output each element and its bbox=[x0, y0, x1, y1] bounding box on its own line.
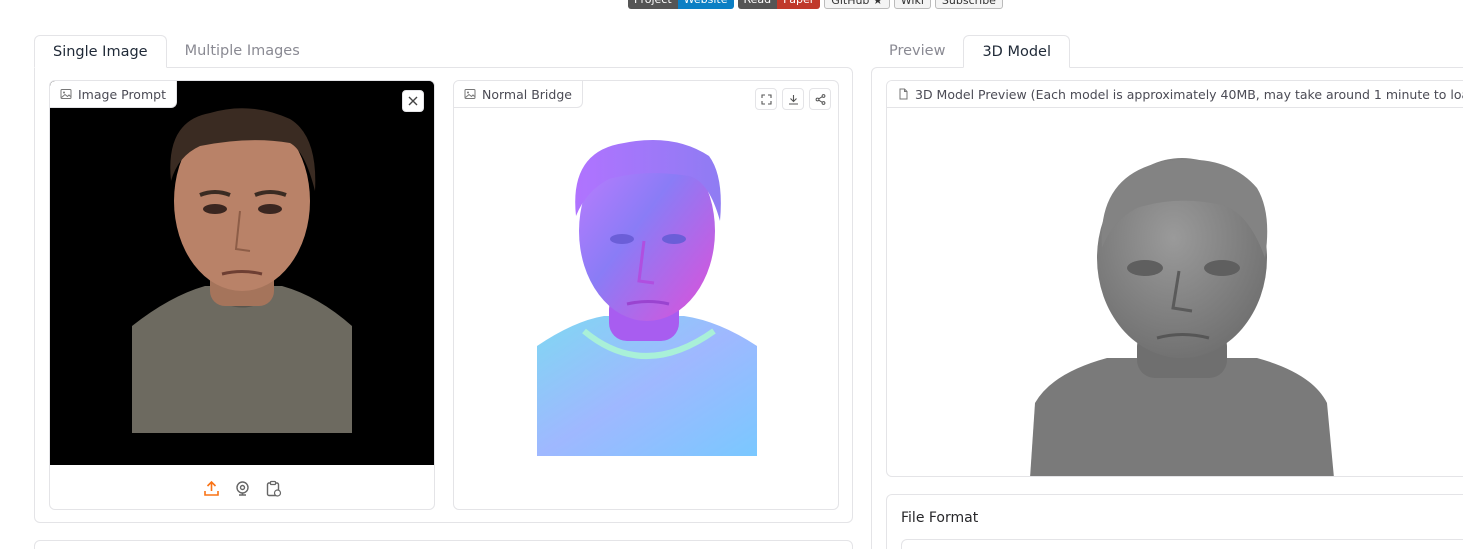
normal-bridge-block: Normal Bridge bbox=[453, 80, 839, 510]
paste-clipboard-button[interactable] bbox=[264, 479, 283, 498]
subscribe-badge[interactable]: Subscribe bbox=[934, 0, 1003, 9]
webcam-icon bbox=[236, 481, 249, 496]
file-icon bbox=[899, 88, 908, 100]
fullscreen-icon bbox=[760, 93, 772, 105]
share-icon bbox=[815, 93, 825, 105]
file-format-label: File Format bbox=[901, 510, 979, 526]
read-paper-badge[interactable]: Read Paper bbox=[737, 0, 821, 9]
input-tabs: Single Image Multiple Images bbox=[34, 35, 318, 68]
upload-icon bbox=[204, 480, 219, 496]
close-icon bbox=[408, 96, 418, 106]
image-icon bbox=[464, 89, 476, 99]
badge-text: Wiki bbox=[900, 0, 924, 7]
image-prompt-label-text: Image Prompt bbox=[78, 86, 166, 102]
tab-preview[interactable]: Preview bbox=[871, 35, 963, 68]
badge-text: GitHub ★ bbox=[831, 0, 883, 7]
image-source-actions bbox=[202, 479, 283, 498]
normal-bridge-label-text: Normal Bridge bbox=[482, 86, 572, 102]
3d-model-render[interactable] bbox=[1027, 153, 1337, 477]
output-tabs: Preview 3D Model bbox=[871, 35, 1070, 68]
share-button[interactable] bbox=[809, 88, 831, 110]
image-prompt-block: Image Prompt bbox=[49, 80, 435, 510]
app-root: Project Website Read Paper GitHub ★ Wiki… bbox=[0, 0, 1463, 549]
badge-right-text: Paper bbox=[777, 0, 821, 9]
badge-left-text: Project bbox=[628, 0, 678, 9]
download-button[interactable] bbox=[782, 88, 804, 110]
clear-image-button[interactable] bbox=[402, 90, 424, 112]
upload-button[interactable] bbox=[202, 479, 221, 498]
image-prompt-label: Image Prompt bbox=[50, 81, 177, 108]
header-badges: Project Website Read Paper GitHub ★ Wiki… bbox=[628, 0, 1003, 9]
file-format-select[interactable] bbox=[901, 539, 1463, 549]
file-format-block: File Format bbox=[886, 494, 1463, 549]
uploaded-photo bbox=[50, 81, 434, 465]
wiki-badge[interactable]: Wiki bbox=[893, 0, 931, 9]
fullscreen-button[interactable] bbox=[755, 88, 777, 110]
project-website-badge[interactable]: Project Website bbox=[628, 0, 734, 9]
tab-single-image[interactable]: Single Image bbox=[34, 35, 167, 68]
download-icon bbox=[788, 94, 798, 105]
clipboard-icon bbox=[266, 480, 282, 497]
image-icon bbox=[60, 89, 72, 99]
tab-multiple-images[interactable]: Multiple Images bbox=[167, 35, 318, 68]
normal-bridge-label: Normal Bridge bbox=[454, 81, 583, 108]
tab-3d-model[interactable]: 3D Model bbox=[963, 35, 1070, 68]
badge-text: Subscribe bbox=[941, 0, 996, 7]
normal-map-render bbox=[537, 139, 757, 456]
model-preview-label: 3D Model Preview (Each model is approxim… bbox=[887, 81, 1463, 108]
settings-panel-stub bbox=[34, 540, 853, 549]
person-photo bbox=[50, 81, 434, 465]
badge-right-text: Website bbox=[677, 0, 734, 9]
model-preview-block: 3D Model Preview (Each model is approxim… bbox=[886, 80, 1463, 477]
webcam-button[interactable] bbox=[233, 479, 252, 498]
github-badge[interactable]: GitHub ★ bbox=[824, 0, 890, 9]
model-preview-label-text: 3D Model Preview (Each model is approxim… bbox=[915, 86, 1463, 102]
badge-left-text: Read bbox=[737, 0, 778, 9]
